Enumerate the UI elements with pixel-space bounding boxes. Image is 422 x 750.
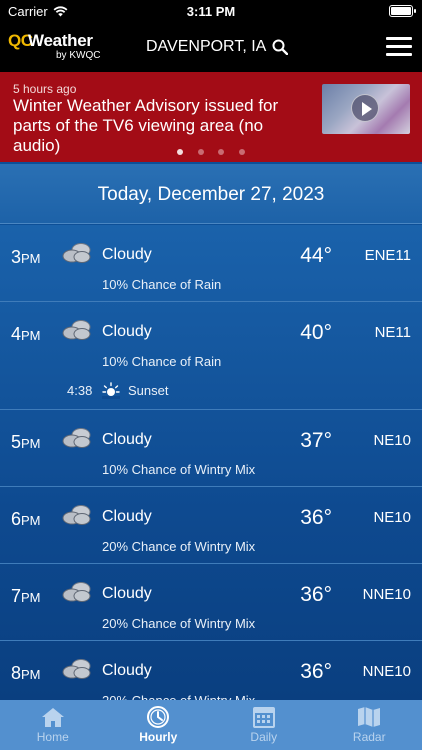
- hour-wind: NNE10: [362, 663, 411, 680]
- app-header: QC Weather by KWQC DAVENPORT, IA: [0, 24, 422, 72]
- hour-temperature: 44°: [300, 244, 332, 267]
- hour-time: 7PM: [11, 586, 41, 606]
- cloudy-icon: [61, 503, 93, 527]
- logo-weather: Weather: [28, 31, 93, 50]
- sunset-icon: [102, 381, 120, 399]
- search-icon[interactable]: [272, 39, 289, 55]
- hour-row[interactable]: 3PM Cloudy 44° ENE11 10% Chance of Rain: [0, 225, 422, 302]
- hour-time: 6PM: [11, 509, 41, 529]
- hour-wind: NE10: [373, 509, 411, 526]
- tab-label: Home: [36, 730, 69, 744]
- calendar-icon: [251, 705, 277, 729]
- news-age: 5 hours ago: [13, 82, 77, 96]
- tab-home[interactable]: Home: [0, 700, 106, 750]
- cloudy-icon: [61, 580, 93, 604]
- hour-row[interactable]: 6PM Cloudy 36° NE10 20% Chance of Wintry Mix: [0, 487, 422, 564]
- hour-temperature: 37°: [300, 429, 332, 452]
- cloudy-icon: [61, 657, 93, 681]
- hour-temperature: 36°: [300, 506, 332, 529]
- hourly-forecast-list[interactable]: 3PM Cloudy 44° ENE11 10% Chance of Rain 4PM Cl…: [0, 225, 422, 700]
- battery-icon: [389, 5, 416, 17]
- hour-ampm: PM: [21, 590, 41, 605]
- hour-row[interactable]: 8PM Cloudy 36° NNE10 20% Chance of Wintry Mi…: [0, 641, 422, 700]
- hour-condition: Cloudy: [102, 662, 152, 679]
- menu-line: [386, 45, 412, 48]
- hour-row[interactable]: 4PM Cloudy 40° NE11 10% Chance of Rain 4:38 Su…: [0, 302, 422, 410]
- map-icon: [356, 705, 382, 729]
- sun-event-label: Sunset: [128, 383, 169, 398]
- tab-label: Radar: [352, 730, 386, 744]
- hour-wind: NE11: [374, 324, 411, 341]
- hour-wind: NE10: [373, 432, 411, 449]
- home-icon: [40, 705, 66, 729]
- hour-condition: Cloudy: [102, 246, 152, 263]
- hour-precip-chance: 10% Chance of Wintry Mix: [102, 462, 256, 477]
- hour-precip-chance: 20% Chance of Wintry Mix: [102, 693, 255, 700]
- hour-condition: Cloudy: [102, 508, 152, 525]
- hour-time: 4PM: [11, 324, 41, 344]
- hour-ampm: PM: [21, 667, 41, 682]
- hour-ampm: PM: [21, 328, 41, 343]
- logo-by: by KWQC: [56, 50, 101, 61]
- hour-time: 8PM: [11, 663, 41, 683]
- hour-precip-chance: 10% Chance of Rain: [102, 277, 222, 292]
- carousel-dot[interactable]: [218, 149, 225, 155]
- hour-ampm: PM: [21, 513, 41, 528]
- tab-daily[interactable]: Daily: [211, 700, 317, 750]
- hamburger-menu-icon[interactable]: [386, 37, 412, 57]
- hour-temperature: 36°: [300, 583, 332, 606]
- hour-temperature: 40°: [300, 321, 332, 344]
- location-selector[interactable]: DAVENPORT, IA: [146, 38, 289, 56]
- status-bar: Carrier 3:11 PM: [0, 0, 422, 24]
- qc-weather-logo[interactable]: QC Weather by KWQC: [8, 31, 108, 67]
- sun-event-time: 4:38: [67, 383, 93, 398]
- hour-ampm: PM: [21, 436, 41, 451]
- carousel-dot-active[interactable]: [177, 149, 184, 155]
- video-thumbnail[interactable]: [322, 84, 410, 134]
- cloudy-icon: [61, 318, 93, 342]
- hour-precip-chance: 20% Chance of Wintry Mix: [102, 539, 256, 554]
- cloudy-icon: [61, 426, 93, 450]
- tab-bar: Home Hourly Daily Radar: [0, 700, 422, 750]
- menu-line: [386, 53, 412, 56]
- carousel-dots: [0, 142, 422, 160]
- hour-time: 3PM: [11, 247, 41, 267]
- hour-row[interactable]: 7PM Cloudy 36° NNE10 20% Chance of Wintry Mi…: [0, 564, 422, 641]
- carousel-dot[interactable]: [238, 149, 245, 155]
- date-header: Today, December 27, 2023: [0, 164, 422, 224]
- battery-fill: [391, 7, 411, 15]
- hour-ampm: PM: [21, 251, 41, 266]
- hour-wind: NNE10: [362, 586, 411, 603]
- tab-label: Daily: [250, 730, 278, 744]
- tab-label: Hourly: [139, 730, 178, 744]
- tab-hourly[interactable]: Hourly: [106, 700, 212, 750]
- menu-line: [386, 37, 412, 40]
- hour-condition: Cloudy: [102, 323, 152, 340]
- hour-condition: Cloudy: [102, 431, 152, 448]
- tab-radar[interactable]: Radar: [317, 700, 422, 750]
- clock-icon: [145, 705, 171, 729]
- location-label: DAVENPORT, IA: [146, 38, 267, 55]
- clock: 3:11 PM: [186, 4, 236, 19]
- hour-row[interactable]: 5PM Cloudy 37° NE10 10% Chance of Wintry Mix: [0, 410, 422, 487]
- hour-precip-chance: 10% Chance of Rain: [102, 354, 222, 369]
- hour-wind: ENE11: [364, 247, 411, 264]
- play-icon[interactable]: [351, 94, 379, 122]
- hour-precip-chance: 20% Chance of Wintry Mix: [102, 616, 256, 631]
- hour-condition: Cloudy: [102, 585, 152, 602]
- hour-temperature: 36°: [300, 660, 332, 683]
- carousel-dot[interactable]: [197, 149, 204, 155]
- date-label: Today, December 27, 2023: [97, 184, 325, 205]
- cloudy-icon: [61, 241, 93, 265]
- hour-time: 5PM: [11, 432, 41, 452]
